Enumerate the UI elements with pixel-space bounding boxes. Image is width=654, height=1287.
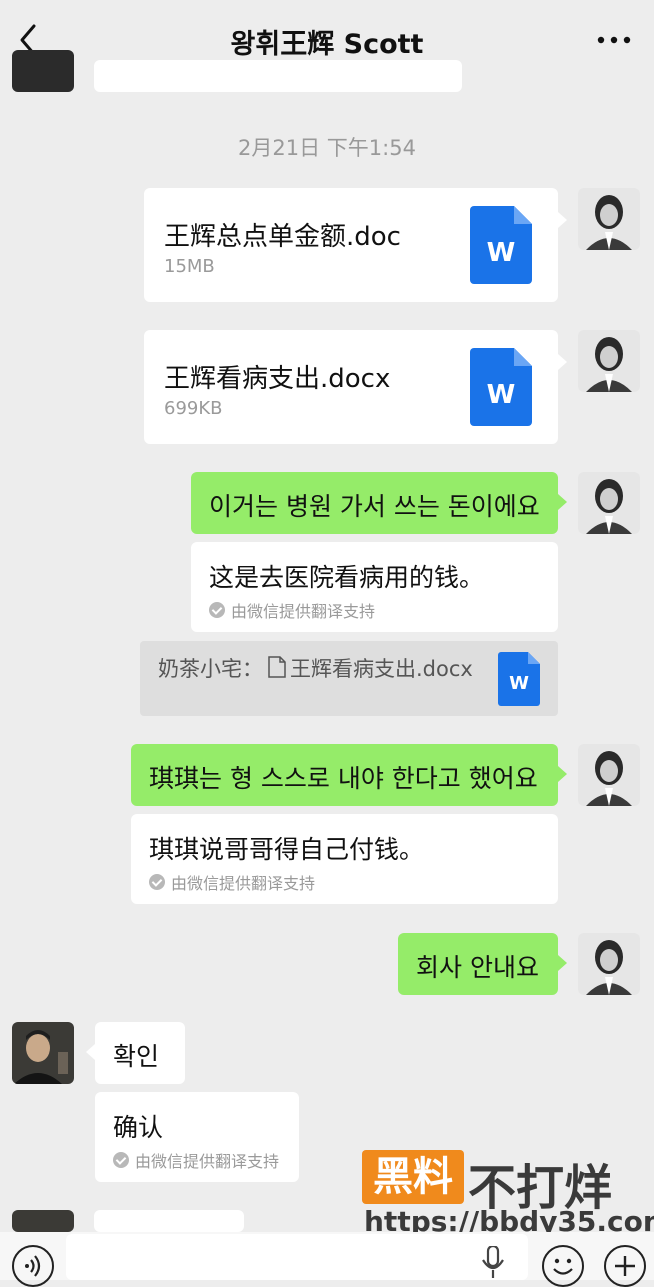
voice-icon <box>25 1255 41 1277</box>
file-size: 699KB <box>164 398 223 419</box>
bubble-tail <box>86 1044 95 1060</box>
file-name: 王辉总点单金额.doc <box>164 222 401 252</box>
more-dots-icon <box>597 36 631 44</box>
quote-file: 王辉看病支出.docx <box>290 657 473 681</box>
message-text: 확인 <box>113 1042 160 1071</box>
file-message-1[interactable]: 王辉总点单金额.doc 15MB W <box>144 188 558 302</box>
avatar-photo-icon <box>578 933 640 995</box>
message-input[interactable] <box>66 1234 528 1280</box>
translation-note-text: 由微信提供翻译支持 <box>135 1152 280 1171</box>
quoted-message[interactable]: 奶茶小宅： 王辉看病支出.docx W <box>140 641 558 716</box>
bubble-tail <box>558 494 567 510</box>
partial-message-bubble[interactable] <box>94 1210 244 1232</box>
my-avatar[interactable] <box>578 744 640 806</box>
partial-message-bubble[interactable] <box>94 60 462 92</box>
translation-note: 由微信提供翻译支持 <box>149 870 315 894</box>
bubble-tail <box>558 955 567 971</box>
text-message-3[interactable]: 회사 안내요 <box>398 933 558 995</box>
translation-note-text: 由微信提供翻译支持 <box>171 874 316 893</box>
text-message-1[interactable]: 이거는 병원 가서 쓰는 돈이에요 <box>191 472 558 534</box>
my-avatar[interactable] <box>578 188 640 250</box>
word-label: W <box>509 673 529 694</box>
mic-icon[interactable] <box>482 1246 504 1278</box>
message-text: 琪琪는 형 스스로 내야 한다고 했어요 <box>149 764 538 793</box>
contact-avatar[interactable] <box>12 1210 74 1232</box>
my-avatar[interactable] <box>578 330 640 392</box>
contact-avatar[interactable] <box>12 1022 74 1084</box>
text-message-4[interactable]: 확인 <box>95 1022 185 1084</box>
watermark-logo: 黑料 <box>362 1150 464 1204</box>
word-doc-icon: W <box>498 652 540 706</box>
plus-button[interactable] <box>604 1245 646 1287</box>
message-text: 이거는 병원 가서 쓰는 돈이에요 <box>209 492 540 521</box>
translation-text: 确认 <box>113 1113 164 1142</box>
word-label: W <box>486 380 516 410</box>
check-circle-icon <box>209 602 225 618</box>
translation-note-text: 由微信提供翻译支持 <box>231 602 376 621</box>
translation-2[interactable]: 琪琪说哥哥得自己付钱。 由微信提供翻译支持 <box>131 814 558 904</box>
avatar-photo-icon <box>578 188 640 250</box>
avatar-photo-icon <box>578 744 640 806</box>
message-text: 회사 안내요 <box>416 953 539 982</box>
translation-text: 琪琪说哥哥得自己付钱。 <box>149 835 425 864</box>
my-avatar[interactable] <box>578 933 640 995</box>
file-message-2[interactable]: 王辉看病支出.docx 699KB W <box>144 330 558 444</box>
bubble-tail <box>558 766 567 782</box>
bubble-tail <box>558 354 567 370</box>
translation-note: 由微信提供翻译支持 <box>209 598 375 622</box>
file-size: 15MB <box>164 256 215 277</box>
avatar-photo-icon <box>578 330 640 392</box>
plus-icon <box>615 1256 635 1276</box>
avatar-photo-icon <box>12 1022 74 1084</box>
quote-sender: 奶茶小宅： <box>158 657 263 681</box>
word-doc-icon: W <box>470 206 532 284</box>
my-avatar[interactable] <box>578 472 640 534</box>
word-doc-icon: W <box>470 348 532 426</box>
file-name: 王辉看病支出.docx <box>164 364 391 394</box>
translation-1[interactable]: 这是去医院看病用的钱。 由微信提供翻译支持 <box>191 542 558 632</box>
document-icon <box>268 656 286 678</box>
translation-3[interactable]: 确认 由微信提供翻译支持 <box>95 1092 299 1182</box>
bubble-tail <box>558 212 567 228</box>
avatar-photo-icon <box>578 472 640 534</box>
voice-button[interactable] <box>12 1245 54 1287</box>
check-circle-icon <box>113 1152 129 1168</box>
check-circle-icon <box>149 874 165 890</box>
timestamp: 2月21日 下午1:54 <box>238 136 416 160</box>
translation-text: 这是去医院看病用的钱。 <box>209 563 485 592</box>
text-message-2[interactable]: 琪琪는 형 스스로 내야 한다고 했어요 <box>131 744 558 806</box>
emoji-icon <box>553 1258 573 1275</box>
translation-note: 由微信提供翻译支持 <box>113 1148 279 1172</box>
chat-title: 왕휘王辉 Scott <box>230 29 424 60</box>
more-button[interactable] <box>596 32 632 46</box>
word-label: W <box>486 238 516 268</box>
emoji-button[interactable] <box>542 1245 584 1287</box>
contact-avatar[interactable] <box>12 50 74 92</box>
